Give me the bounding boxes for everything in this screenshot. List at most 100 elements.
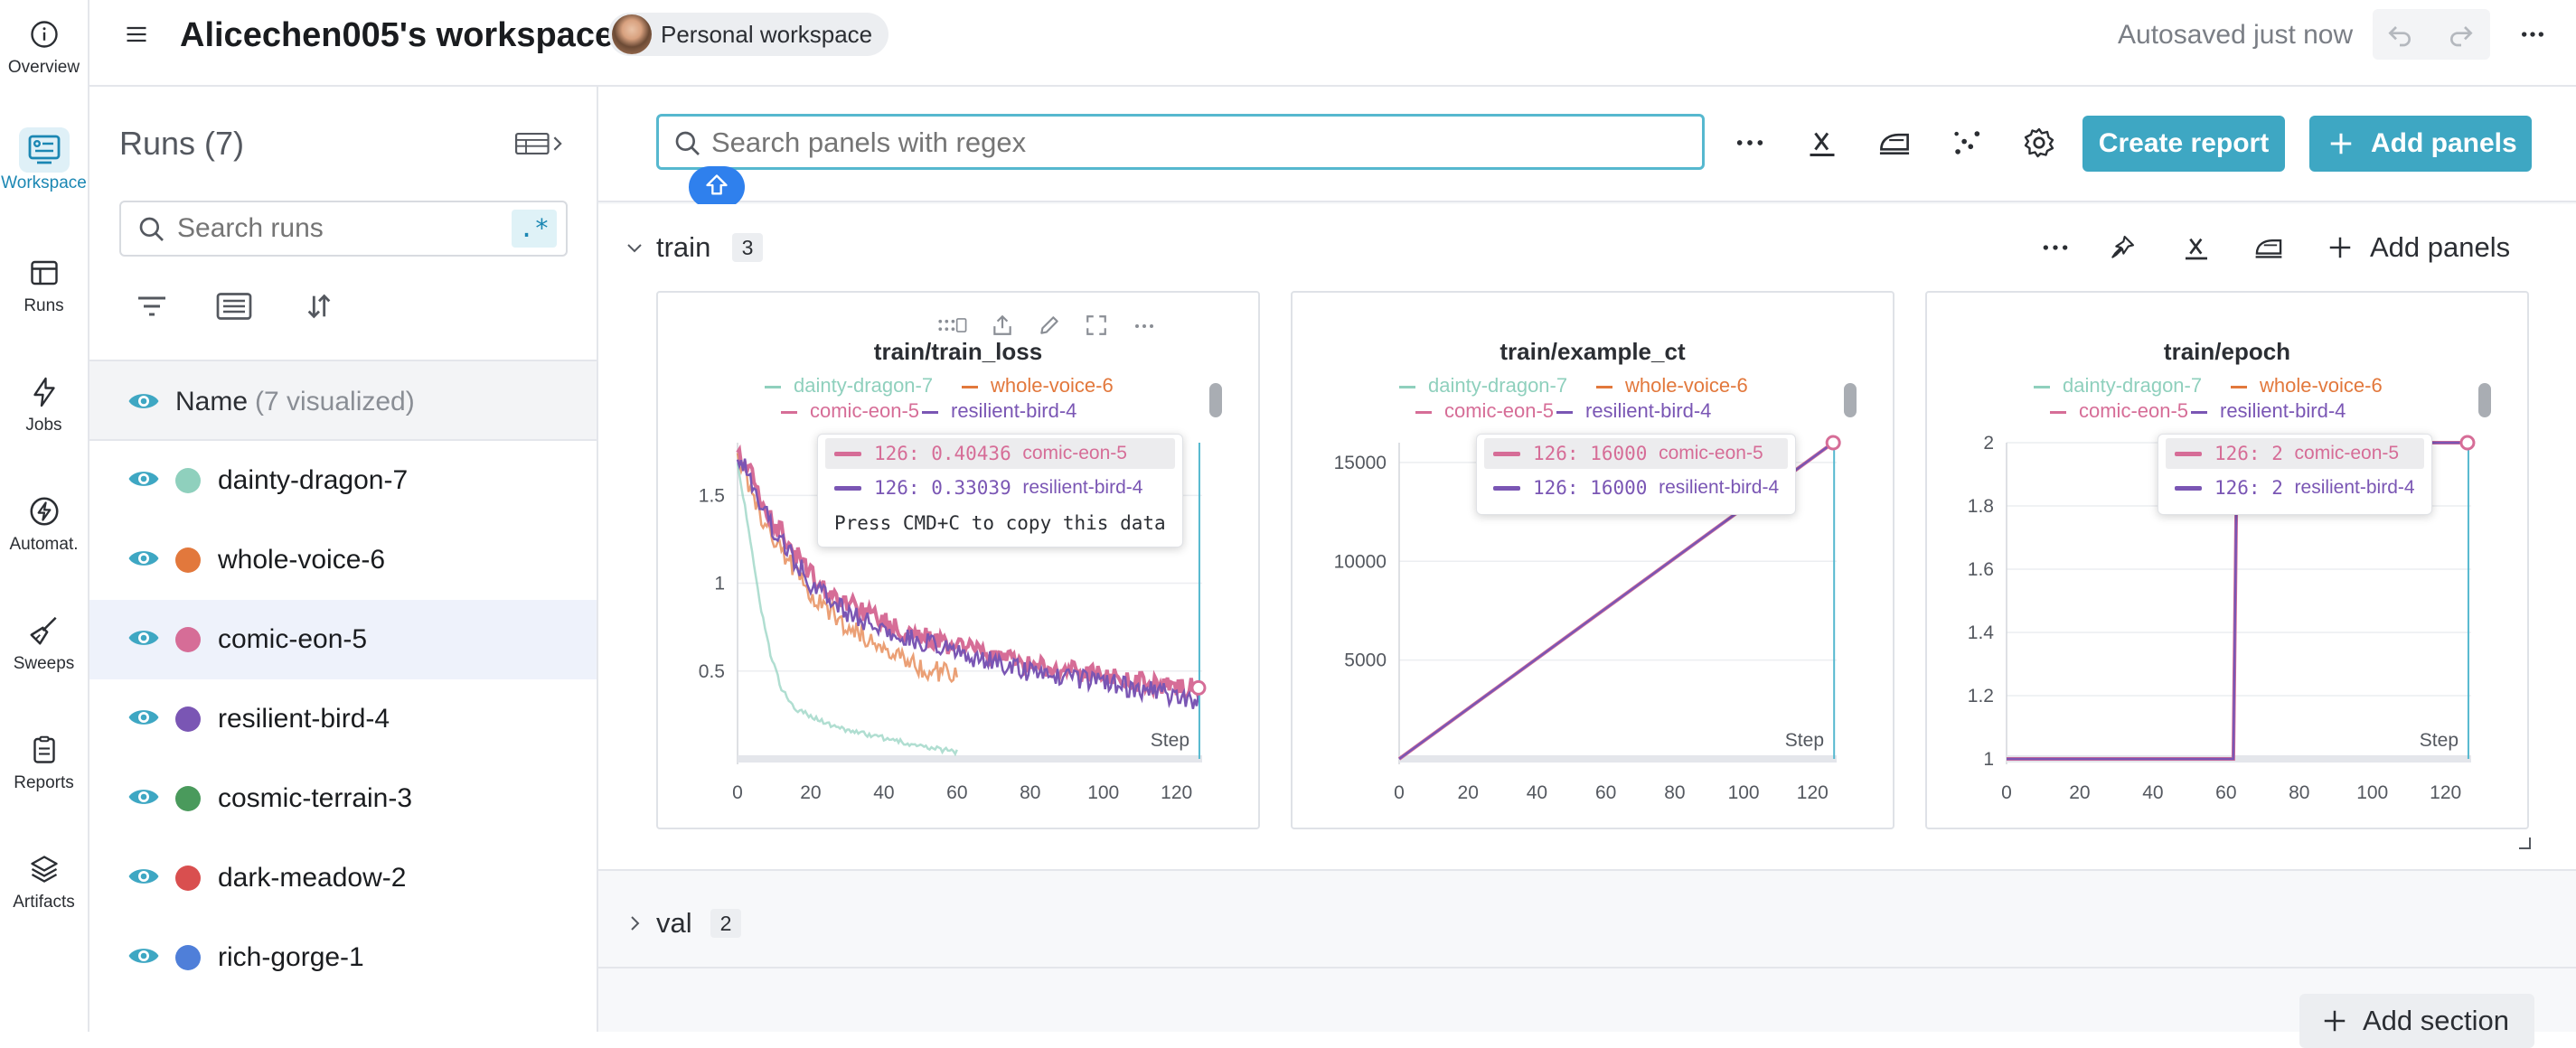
nav-artifacts[interactable]: Artifacts (0, 847, 88, 912)
more-options-icon[interactable] (1730, 123, 1770, 163)
x-tick-label: 40 (1527, 782, 1547, 803)
run-name[interactable]: rich-gorge-1 (218, 942, 364, 973)
sort-icon[interactable] (303, 291, 335, 326)
tooltip-hint: Press CMD+C to copy this data (834, 512, 1166, 534)
smoothing-icon[interactable] (2249, 228, 2289, 267)
run-name[interactable]: comic-eon-5 (218, 624, 367, 655)
x-tick-label: 100 (2356, 782, 2388, 803)
run-color-dot[interactable] (175, 468, 201, 493)
x-tick-label: 60 (2215, 782, 2236, 803)
group-icon[interactable] (216, 293, 252, 324)
main-area: Create report Add panels train 3 Add pan… (598, 87, 2576, 1048)
y-tick-label: 1.6 (1968, 559, 1994, 580)
eye-icon[interactable] (127, 464, 160, 498)
nav-workspace[interactable]: Workspace (0, 127, 88, 193)
filter-icon[interactable] (135, 293, 169, 324)
lightning-icon (0, 370, 88, 414)
nav-sweeps[interactable]: Sweeps (0, 609, 88, 674)
table-icon (0, 251, 88, 295)
hamburger-icon[interactable] (124, 22, 149, 51)
y-tick-label: 1.5 (699, 485, 725, 506)
run-color-dot[interactable] (175, 547, 201, 573)
eye-icon[interactable] (127, 782, 160, 816)
x-axis (1399, 755, 1837, 763)
run-name[interactable]: whole-voice-6 (218, 545, 385, 575)
smoothing-icon[interactable] (1875, 123, 1914, 163)
add-panels-button[interactable]: Add panels (2309, 116, 2532, 172)
tooltip-swatch (834, 485, 861, 491)
run-name[interactable]: cosmic-terrain-3 (218, 783, 412, 814)
x-tick-label: 60 (1595, 782, 1616, 803)
gear-icon[interactable] (2019, 123, 2059, 163)
run-name[interactable]: dark-meadow-2 (218, 863, 406, 894)
chart-train-train-loss: train/train_loss dainty-dragon-7 whole-voi… (656, 291, 1260, 829)
nav-overview[interactable]: Overview (0, 13, 88, 78)
run-color-dot[interactable] (175, 627, 201, 652)
x-tick-label: 0 (732, 782, 743, 803)
x-axis-label: Step (1785, 730, 1824, 751)
nav-runs[interactable]: Runs (0, 251, 88, 316)
add-section-button[interactable]: Add section (2299, 994, 2534, 1048)
undo-icon[interactable] (2385, 20, 2414, 53)
eye-icon[interactable] (127, 544, 160, 577)
x-tick-label: 0 (1394, 782, 1405, 803)
regex-toggle[interactable]: .* (512, 210, 557, 248)
chevron-right-icon[interactable] (624, 912, 645, 939)
run-row[interactable]: dark-meadow-2 (89, 838, 597, 918)
tooltip-row: 126: 0.33039 resilient-bird-4 (825, 473, 1175, 503)
run-row[interactable]: cosmic-terrain-3 (89, 759, 597, 838)
eye-icon[interactable] (127, 703, 160, 736)
add-section-label: Add section (2363, 1005, 2509, 1036)
section-title[interactable]: train (656, 231, 710, 264)
runs-search[interactable]: .* (119, 201, 568, 257)
chevron-down-icon[interactable] (624, 237, 645, 263)
nav-automations[interactable]: Automat. (0, 490, 88, 555)
x-tick-label: 0 (2001, 782, 2012, 803)
nav-jobs[interactable]: Jobs (0, 370, 88, 435)
plus-icon (2321, 1007, 2348, 1034)
pin-icon[interactable] (2102, 228, 2142, 267)
run-name[interactable]: resilient-bird-4 (218, 704, 390, 735)
tooltip-run: comic-eon-5 (1022, 443, 1127, 463)
runs-search-input[interactable] (177, 211, 484, 246)
add-panels-label: Add panels (2370, 231, 2511, 263)
automation-icon (0, 490, 88, 533)
name-column-header[interactable]: Name (175, 387, 248, 417)
x-axis-icon[interactable] (2176, 228, 2216, 267)
outliers-icon[interactable] (1947, 123, 1987, 163)
run-row[interactable]: rich-gorge-1 (89, 918, 597, 997)
section-more-icon[interactable] (2035, 228, 2075, 267)
eye-icon[interactable] (127, 941, 160, 975)
run-row[interactable]: dainty-dragon-7 (89, 441, 597, 520)
section-add-panels-button[interactable]: Add panels (2327, 228, 2510, 267)
tooltip-swatch (834, 451, 861, 456)
run-name[interactable]: dainty-dragon-7 (218, 465, 408, 496)
run-row[interactable]: comic-eon-5 (89, 600, 597, 679)
y-tick-label: 2 (1983, 433, 1994, 454)
run-color-dot[interactable] (175, 945, 201, 970)
table-toggle-icon[interactable] (514, 130, 565, 162)
run-color-dot[interactable] (175, 706, 201, 732)
create-report-button[interactable]: Create report (2082, 116, 2285, 172)
x-axis-icon[interactable] (1802, 123, 1842, 163)
hover-point (1190, 679, 1207, 696)
resize-handle-icon[interactable] (2518, 837, 2531, 854)
hover-point (1825, 435, 1841, 451)
tooltip-swatch (1493, 451, 1520, 456)
eye-icon[interactable] (127, 387, 160, 420)
nav-reports[interactable]: Reports (0, 728, 88, 793)
eye-icon[interactable] (127, 623, 160, 657)
panel-search-input[interactable] (711, 126, 1688, 160)
panel-search[interactable] (656, 114, 1705, 170)
run-color-dot[interactable] (175, 786, 201, 811)
workspace-badge[interactable]: Personal workspace (608, 13, 889, 56)
run-row[interactable]: whole-voice-6 (89, 520, 597, 600)
run-row[interactable]: resilient-bird-4 (89, 679, 597, 759)
eye-icon[interactable] (127, 862, 160, 895)
redo-icon[interactable] (2447, 20, 2476, 53)
run-color-dot[interactable] (175, 866, 201, 891)
section-title[interactable]: val (656, 907, 692, 940)
x-tick-label: 60 (946, 782, 967, 803)
more-icon[interactable] (2517, 20, 2548, 53)
tooltip-value: 126: 2 (2214, 443, 2283, 464)
